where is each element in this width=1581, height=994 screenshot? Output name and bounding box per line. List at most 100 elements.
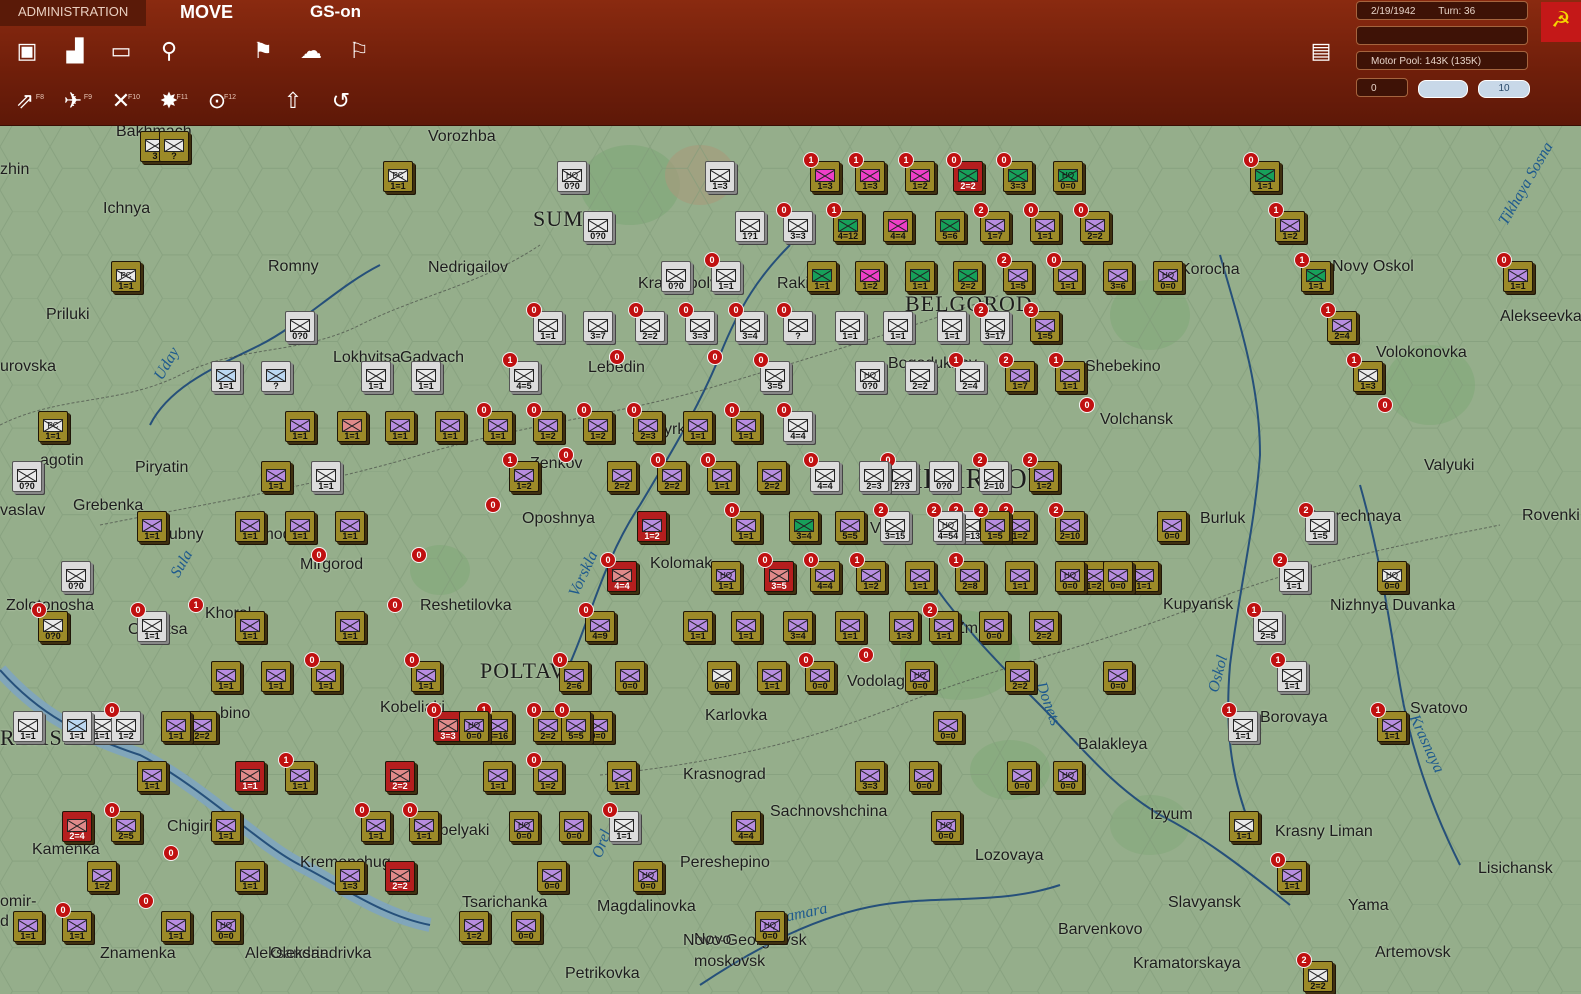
unit-counter[interactable]: HQ 1=1 bbox=[711, 561, 741, 592]
unit-counter[interactable]: 2=2 0 bbox=[1073, 202, 1110, 242]
unit-counter[interactable]: HQ 0=0 bbox=[755, 911, 785, 942]
unit-view-button[interactable]: ▣ bbox=[10, 36, 44, 66]
unit-counter[interactable]: 1=2 bbox=[459, 911, 489, 942]
unit-counter[interactable]: 1=2 1 bbox=[849, 552, 886, 592]
unit-counter[interactable]: 3=4 bbox=[783, 611, 813, 642]
unit-counter[interactable]: 1=1 bbox=[905, 561, 935, 592]
unit-counter[interactable]: 0?0 bbox=[12, 461, 42, 492]
unit-counter[interactable]: 0=0 bbox=[933, 711, 963, 742]
unit-counter[interactable]: PC 1=1 bbox=[383, 161, 413, 192]
unit-counter[interactable]: 1=7 2 bbox=[973, 202, 1010, 242]
counters-button[interactable]: ▤ bbox=[1304, 36, 1338, 66]
unit-counter[interactable]: 1=2 bbox=[855, 261, 885, 292]
unit-counter[interactable]: 4=4 0 bbox=[600, 552, 637, 592]
unit-counter[interactable]: 1=2 1 bbox=[1268, 202, 1305, 242]
unit-counter[interactable]: 0=0 0 bbox=[798, 652, 835, 692]
unit-counter[interactable]: 0=0 bbox=[707, 661, 737, 692]
unit-counter[interactable]: 3=3 bbox=[855, 761, 885, 792]
unit-counter[interactable]: 1=1 bbox=[335, 511, 365, 542]
unit-counter[interactable]: 1=1 bbox=[137, 511, 167, 542]
unit-counter[interactable]: 1=2 0 bbox=[526, 402, 563, 442]
unit-counter[interactable]: 1=2 bbox=[87, 861, 117, 892]
map-marker[interactable]: 0 bbox=[485, 497, 501, 513]
unit-counter[interactable]: 1=1 bbox=[235, 761, 265, 792]
unit-counter[interactable]: 1=1 0 bbox=[304, 652, 341, 692]
unit-counter[interactable]: 1=1 1 bbox=[278, 752, 315, 792]
unit-counter[interactable]: 1=1 bbox=[807, 261, 837, 292]
unit-counter[interactable]: 1=1 1 bbox=[1370, 702, 1407, 742]
map-marker[interactable]: 0 bbox=[311, 547, 327, 563]
unit-counter[interactable]: 1=1 0 bbox=[130, 602, 167, 642]
unit-counter[interactable]: 2=10 2 bbox=[1048, 502, 1085, 542]
unit-counter[interactable]: 2=8 1 bbox=[948, 552, 985, 592]
unit-counter[interactable]: 1=1 bbox=[335, 611, 365, 642]
unit-counter[interactable]: 0?0 0 bbox=[31, 602, 68, 642]
unit-counter[interactable]: 2=2 bbox=[1005, 661, 1035, 692]
unit-counter[interactable]: 1=1 bbox=[835, 311, 865, 342]
weather-button[interactable]: ☁ bbox=[294, 36, 328, 66]
unit-counter[interactable]: 1=1 2 bbox=[922, 602, 959, 642]
map-marker[interactable]: 0 bbox=[707, 349, 723, 365]
unit-counter[interactable]: 0=0 bbox=[1103, 561, 1133, 592]
unit-counter[interactable]: 3=4 bbox=[789, 511, 819, 542]
gs-toggle-menu[interactable]: GS-on bbox=[310, 0, 361, 26]
unit-counter[interactable]: 3=17 2 bbox=[973, 302, 1010, 342]
unit-counter[interactable]: 1=1 0 bbox=[1496, 252, 1533, 292]
unit-counter[interactable]: 3=15 2 bbox=[873, 502, 910, 542]
unit-counter[interactable]: HQ 0=0 bbox=[905, 661, 935, 692]
map-marker[interactable]: 0 bbox=[163, 845, 179, 861]
unit-counter[interactable]: 2=2 bbox=[757, 461, 787, 492]
unit-counter[interactable]: 1=2 1 bbox=[502, 452, 539, 492]
unit-counter[interactable]: 1=3 1 bbox=[803, 152, 840, 192]
unit-counter[interactable]: 1=1 0 bbox=[526, 302, 563, 342]
unit-counter[interactable]: 1=1 bbox=[161, 911, 191, 942]
unit-counter[interactable]: 2=4 bbox=[62, 811, 92, 842]
upload-button[interactable]: ⇧ bbox=[276, 86, 310, 116]
unit-counter[interactable]: 0?0 bbox=[285, 311, 315, 342]
unit-counter[interactable]: 1=1 0 bbox=[1023, 202, 1060, 242]
unit-counter[interactable]: 2=10 2 bbox=[972, 452, 1009, 492]
unit-counter[interactable]: 1=3 1 bbox=[848, 152, 885, 192]
unit-counter[interactable]: 1=1 0 bbox=[476, 402, 513, 442]
unit-counter[interactable]: 0=0 bbox=[979, 611, 1009, 642]
unit-counter[interactable]: 3=3 0 bbox=[776, 202, 813, 242]
unit-counter[interactable]: 1=1 bbox=[137, 761, 167, 792]
unit-counter[interactable]: 3=5 0 bbox=[753, 352, 790, 392]
unit-counter[interactable]: 0=0 bbox=[1103, 661, 1133, 692]
unit-counter[interactable]: HQ 0=0 bbox=[509, 811, 539, 842]
unit-counter[interactable]: 1=1 bbox=[161, 711, 191, 742]
unit-counter[interactable]: 4=12 1 bbox=[826, 202, 863, 242]
air-mission-button[interactable]: ✕ F10 bbox=[104, 86, 140, 116]
naval-button[interactable]: ⊙ F12 bbox=[200, 86, 236, 116]
unit-counter[interactable]: 2=2 bbox=[607, 461, 637, 492]
unit-counter[interactable]: 1=1 bbox=[1229, 811, 1259, 842]
unit-counter[interactable]: 4=4 0 bbox=[776, 402, 813, 442]
unit-counter[interactable]: HQ 0=0 bbox=[1377, 561, 1407, 592]
unit-counter[interactable]: HQ 0=0 bbox=[459, 711, 489, 742]
map-marker[interactable]: 0 bbox=[1079, 397, 1095, 413]
unit-counter[interactable]: 1=1 bbox=[261, 461, 291, 492]
unit-counter[interactable]: 1=1 bbox=[361, 361, 391, 392]
unit-counter[interactable]: 2=2 0 bbox=[650, 452, 687, 492]
unit-counter[interactable]: 1=1 bbox=[13, 911, 43, 942]
weather-toggle[interactable] bbox=[1418, 80, 1468, 98]
unit-counter[interactable]: 1=1 0 bbox=[704, 252, 741, 292]
unit-counter[interactable]: 1=1 bbox=[1129, 561, 1159, 592]
unit-counter[interactable]: 1=1 bbox=[62, 711, 92, 742]
unit-counter[interactable]: 1=1 bbox=[211, 361, 241, 392]
unit-counter[interactable]: 1=1 bbox=[235, 611, 265, 642]
unit-counter[interactable]: 1=3 bbox=[335, 861, 365, 892]
unit-counter[interactable]: 1=1 bbox=[483, 761, 513, 792]
unit-counter[interactable]: 2=2 bbox=[385, 861, 415, 892]
unit-counter[interactable]: 1=1 0 bbox=[1270, 852, 1307, 892]
unit-counter[interactable]: 1=1 0 bbox=[724, 502, 761, 542]
unit-counter[interactable]: 1=2 0 bbox=[104, 702, 141, 742]
unit-counter[interactable]: ? bbox=[159, 131, 189, 162]
unit-counter[interactable]: 1=1 0 bbox=[402, 802, 439, 842]
unit-counter[interactable]: 3=4 0 bbox=[728, 302, 765, 342]
zoom-button[interactable]: ⚲ bbox=[152, 36, 186, 66]
map-marker[interactable]: 0 bbox=[858, 647, 874, 663]
unit-counter[interactable]: PC 1=1 bbox=[111, 261, 141, 292]
unit-counter[interactable]: 1=1 1 bbox=[1294, 252, 1331, 292]
unit-counter[interactable]: 1=1 bbox=[435, 411, 465, 442]
